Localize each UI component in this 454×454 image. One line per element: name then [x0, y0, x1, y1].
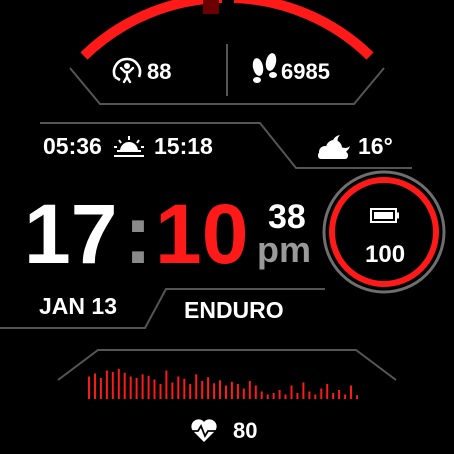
heart-rate-bar — [248, 381, 251, 399]
heart-rate-bar — [213, 383, 216, 400]
battery-ring-outer — [322, 170, 446, 294]
heart-rate-bar — [338, 390, 341, 399]
heart-rate-bar — [105, 370, 108, 399]
heart-rate-bar — [183, 378, 186, 400]
heart-rate-bar — [242, 388, 245, 399]
footsteps-icon — [252, 53, 277, 83]
heart-rate-icon — [191, 419, 217, 442]
heart-rate-bar — [88, 376, 90, 399]
heart-rate-bar — [302, 382, 305, 399]
time-hours: 17 — [24, 187, 118, 281]
steps-value: 6985 — [281, 59, 330, 84]
heart-rate-bar — [266, 394, 269, 399]
sunrise-time: 05:36 — [43, 133, 102, 159]
heart-rate-bar — [296, 393, 299, 399]
top-arc-marker — [203, 0, 219, 14]
graph-panel-outline — [57, 349, 397, 381]
activity-mode-label: ENDURO — [184, 297, 284, 323]
battery-icon — [370, 208, 399, 223]
heart-rate-bar — [159, 384, 162, 399]
time-ampm: pm — [257, 229, 311, 270]
heart-rate-bar — [219, 380, 221, 400]
weather-temperature: 16° — [358, 133, 393, 159]
partly-cloudy-night-icon — [318, 135, 350, 159]
heart-rate-bar — [141, 374, 144, 400]
heart-rate-bar — [332, 393, 335, 399]
heart-rate-bar — [225, 385, 227, 399]
body-battery-value: 88 — [147, 59, 172, 84]
heart-rate-bar — [236, 384, 239, 399]
sunrise-icon — [114, 136, 144, 157]
heart-rate-bar — [344, 394, 347, 399]
time-separator: : — [124, 187, 152, 281]
heart-rate-bar — [201, 381, 204, 399]
time-minutes: 10 — [155, 187, 249, 281]
heart-rate-bar — [320, 388, 323, 399]
heart-rate-bar — [350, 385, 352, 399]
battery-percent: 100 — [365, 241, 406, 268]
heart-rate-bar — [129, 376, 132, 399]
heart-rate-bar — [326, 384, 329, 399]
heart-rate-bar — [94, 373, 96, 399]
heart-rate-bar — [230, 381, 233, 400]
heart-rate-bar — [135, 378, 138, 399]
top-arc-gap — [222, 0, 234, 16]
heart-rate-bar — [290, 385, 293, 399]
heart-rate-bar — [117, 369, 120, 399]
heart-rate-bar — [195, 374, 198, 400]
heart-rate-bar — [356, 395, 358, 400]
heart-rate-bar — [111, 372, 114, 399]
heart-rate-bar — [254, 385, 257, 399]
heart-rate-history-graph — [88, 369, 358, 400]
date-label: JAN 13 — [39, 293, 117, 319]
battery-ring — [329, 177, 439, 287]
heart-rate-bar — [147, 375, 150, 400]
heart-rate-bar — [123, 372, 126, 400]
body-battery-icon — [112, 57, 142, 84]
heart-rate-bar — [284, 394, 287, 399]
heart-rate-bar — [165, 370, 168, 399]
heart-rate-bar — [171, 382, 174, 399]
heart-rate-bar — [314, 394, 317, 399]
heart-rate-bar — [308, 391, 311, 399]
heart-rate-bar — [153, 379, 156, 399]
heart-rate-value: 80 — [233, 418, 258, 443]
heart-rate-bar — [99, 378, 102, 399]
sunset-time: 15:18 — [154, 133, 213, 159]
heart-rate-bar — [207, 377, 210, 400]
heart-rate-bar — [260, 391, 263, 399]
heart-rate-bar — [278, 390, 281, 399]
heart-rate-bar — [177, 376, 180, 399]
heart-rate-bar — [189, 384, 192, 399]
heart-rate-bar — [272, 393, 275, 399]
